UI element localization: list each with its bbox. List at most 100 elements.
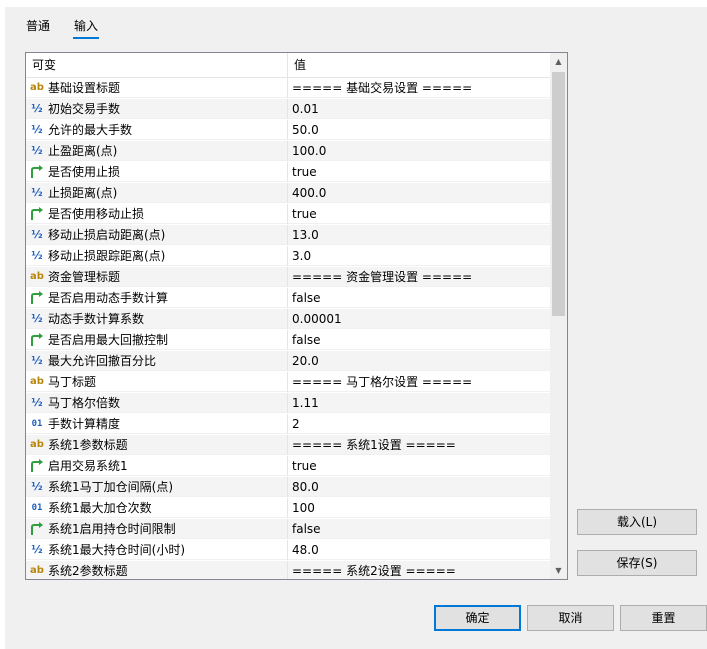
- parameter-value[interactable]: 13.0: [292, 225, 319, 245]
- parameter-value[interactable]: ===== 系统1设置 =====: [292, 435, 456, 455]
- save-button[interactable]: 保存(S): [577, 550, 697, 576]
- parameter-value[interactable]: 3.0: [292, 246, 311, 266]
- cell-divider: [287, 309, 288, 329]
- double-type-icon: ½: [31, 249, 43, 262]
- cell-divider: [287, 561, 288, 579]
- bool-arrow-icon: [30, 291, 44, 305]
- parameter-value[interactable]: ===== 系统2设置 =====: [292, 561, 456, 579]
- parameter-value[interactable]: 100.0: [292, 141, 326, 161]
- table-row[interactable]: ½ 止损距离(点) 400.0: [26, 183, 550, 203]
- tab-common[interactable]: 普通: [26, 17, 50, 34]
- parameter-value[interactable]: true: [292, 162, 317, 182]
- ok-button[interactable]: 确定: [434, 605, 521, 631]
- active-tab-indicator: [73, 37, 99, 39]
- parameter-name: 最大允许回撤百分比: [48, 354, 157, 368]
- table-row[interactable]: 是否使用止损 true: [26, 162, 550, 182]
- table-row[interactable]: ab 马丁标题 ===== 马丁格尔设置 =====: [26, 372, 550, 392]
- parameter-value[interactable]: ===== 马丁格尔设置 =====: [292, 372, 472, 392]
- parameter-value[interactable]: 1.11: [292, 393, 319, 413]
- string-type-icon: ab: [30, 376, 44, 387]
- integer-type-icon: 01: [31, 503, 43, 513]
- table-row[interactable]: 01 系统1最大加仓次数 100: [26, 498, 550, 518]
- table-row[interactable]: ½ 系统1最大持仓时间(小时) 48.0: [26, 540, 550, 560]
- grid-rows: ab 基础设置标题 ===== 基础交易设置 ===== ½ 初始交易手数 0.01 ½ 允许…: [26, 78, 550, 579]
- cell-divider: [287, 351, 288, 371]
- table-row[interactable]: ½ 动态手数计算系数 0.00001: [26, 309, 550, 329]
- parameter-name: 允许的最大手数: [48, 123, 133, 137]
- parameter-value[interactable]: 0.00001: [292, 309, 342, 329]
- parameter-value[interactable]: false: [292, 519, 321, 539]
- double-type-icon: ½: [31, 396, 43, 409]
- table-row[interactable]: ab 系统2参数标题 ===== 系统2设置 =====: [26, 561, 550, 579]
- table-row[interactable]: ½ 最大允许回撤百分比 20.0: [26, 351, 550, 371]
- parameter-value[interactable]: 48.0: [292, 540, 319, 560]
- parameter-value[interactable]: ===== 资金管理设置 =====: [292, 267, 472, 287]
- bool-arrow-icon: [30, 165, 44, 179]
- parameter-value[interactable]: ===== 基础交易设置 =====: [292, 78, 472, 98]
- parameter-name: 移动止损跟踪距离(点): [48, 249, 166, 263]
- table-row[interactable]: 启用交易系统1 true: [26, 456, 550, 476]
- parameter-name: 资金管理标题: [48, 270, 121, 284]
- cancel-button[interactable]: 取消: [527, 605, 614, 631]
- parameter-value[interactable]: true: [292, 456, 317, 476]
- cell-divider: [287, 267, 288, 287]
- double-type-icon: ½: [31, 186, 43, 199]
- parameter-value[interactable]: true: [292, 204, 317, 224]
- table-row[interactable]: 系统1启用持仓时间限制 false: [26, 519, 550, 539]
- double-type-icon: ½: [31, 543, 43, 556]
- table-row[interactable]: 是否启用动态手数计算 false: [26, 288, 550, 308]
- load-button[interactable]: 载入(L): [577, 509, 697, 535]
- parameter-value[interactable]: 20.0: [292, 351, 319, 371]
- parameter-value[interactable]: 80.0: [292, 477, 319, 497]
- parameter-value[interactable]: false: [292, 330, 321, 350]
- table-row[interactable]: ½ 止盈距离(点) 100.0: [26, 141, 550, 161]
- parameter-name: 是否使用止损: [48, 165, 121, 179]
- parameter-name: 基础设置标题: [48, 81, 121, 95]
- parameter-value[interactable]: 0.01: [292, 99, 319, 119]
- window-top-edge: [5, 0, 707, 7]
- cell-divider: [287, 120, 288, 140]
- parameter-value[interactable]: false: [292, 288, 321, 308]
- table-row[interactable]: ½ 马丁格尔倍数 1.11: [26, 393, 550, 413]
- table-row[interactable]: ab 系统1参数标题 ===== 系统1设置 =====: [26, 435, 550, 455]
- table-row[interactable]: ½ 初始交易手数 0.01: [26, 99, 550, 119]
- parameter-name: 初始交易手数: [48, 102, 121, 116]
- parameter-value[interactable]: 2: [292, 414, 300, 434]
- scroll-thumb[interactable]: [552, 72, 565, 316]
- table-row[interactable]: 是否启用最大回撤控制 false: [26, 330, 550, 350]
- vertical-scrollbar[interactable]: ▲ ▼: [550, 53, 567, 579]
- scroll-up-icon[interactable]: ▲: [550, 53, 567, 70]
- bool-arrow-icon: [30, 207, 44, 221]
- reset-button[interactable]: 重置: [620, 605, 707, 631]
- table-row[interactable]: ½ 允许的最大手数 50.0: [26, 120, 550, 140]
- table-row[interactable]: 01 手数计算精度 2: [26, 414, 550, 434]
- parameter-value[interactable]: 400.0: [292, 183, 326, 203]
- table-row[interactable]: ½ 移动止损跟踪距离(点) 3.0: [26, 246, 550, 266]
- column-header-variable[interactable]: 可变: [32, 53, 56, 77]
- parameter-name: 是否启用最大回撤控制: [48, 333, 169, 347]
- parameter-name: 马丁标题: [48, 375, 97, 389]
- parameter-value[interactable]: 50.0: [292, 120, 319, 140]
- parameter-name: 系统1参数标题: [48, 438, 128, 452]
- double-type-icon: ½: [31, 354, 43, 367]
- cell-divider: [287, 477, 288, 497]
- cell-divider: [287, 330, 288, 350]
- inputs-grid[interactable]: 可变 值 ab 基础设置标题 ===== 基础交易设置 ===== ½ 初始交易手数 0.…: [25, 52, 568, 580]
- column-header-value[interactable]: 值: [294, 53, 306, 77]
- table-row[interactable]: ½ 移动止损启动距离(点) 13.0: [26, 225, 550, 245]
- table-row[interactable]: ½ 系统1马丁加仓间隔(点) 80.0: [26, 477, 550, 497]
- column-divider[interactable]: [287, 53, 288, 77]
- integer-type-icon: 01: [31, 419, 43, 429]
- parameter-value[interactable]: 100: [292, 498, 315, 518]
- cell-divider: [287, 183, 288, 203]
- cell-divider: [287, 246, 288, 266]
- cell-divider: [287, 414, 288, 434]
- parameter-name: 动态手数计算系数: [48, 312, 145, 326]
- table-row[interactable]: ab 基础设置标题 ===== 基础交易设置 =====: [26, 78, 550, 98]
- table-row[interactable]: ab 资金管理标题 ===== 资金管理设置 =====: [26, 267, 550, 287]
- table-row[interactable]: 是否使用移动止损 true: [26, 204, 550, 224]
- tab-bar: 普通 输入: [5, 7, 707, 39]
- tab-inputs[interactable]: 输入: [74, 17, 98, 34]
- parameter-name: 止盈距离(点): [48, 144, 118, 158]
- scroll-down-icon[interactable]: ▼: [550, 562, 567, 579]
